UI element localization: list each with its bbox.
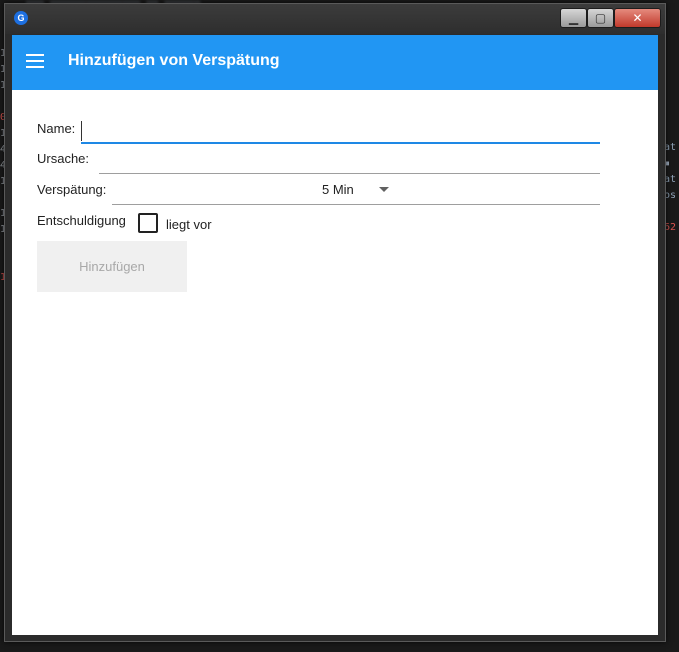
dropdown-arrow-icon xyxy=(379,187,389,192)
checkbox-label: liegt vor xyxy=(166,217,212,232)
entschuldigung-checkbox[interactable] xyxy=(138,213,158,233)
window-titlebar[interactable]: G ▁ ▢ ✕ xyxy=(5,4,665,34)
hamburger-menu-icon[interactable] xyxy=(26,54,44,68)
ursache-label: Ursache: xyxy=(37,151,90,166)
client-area: Hinzufügen von Verspätung Name: Ursache:… xyxy=(12,35,658,635)
verspaetung-selected-value: 5 Min xyxy=(322,182,354,197)
verspaetung-label: Verspätung: xyxy=(37,182,107,197)
ursache-input[interactable] xyxy=(99,151,598,171)
maximize-button[interactable]: ▢ xyxy=(587,8,614,28)
hinzufuegen-button[interactable]: Hinzufügen xyxy=(37,241,187,292)
minimize-button[interactable]: ▁ xyxy=(560,8,587,28)
name-input[interactable] xyxy=(81,121,603,141)
app-bar: Hinzufügen von Verspätung xyxy=(12,35,658,90)
ursache-input-underline xyxy=(99,173,600,174)
verspaetung-dropdown[interactable]: 5 Min xyxy=(112,180,600,200)
name-input-underline xyxy=(81,142,600,144)
verspaetung-dropdown-underline xyxy=(112,204,600,205)
app-window: G ▁ ▢ ✕ Hinzufügen von Verspätung Name: … xyxy=(4,3,666,642)
name-label: Name: xyxy=(37,121,76,136)
page-title: Hinzufügen von Verspätung xyxy=(68,52,280,69)
app-logo-icon: G xyxy=(14,11,28,25)
entschuldigung-label: Entschuldigung xyxy=(37,213,126,228)
close-button[interactable]: ✕ xyxy=(614,8,661,28)
